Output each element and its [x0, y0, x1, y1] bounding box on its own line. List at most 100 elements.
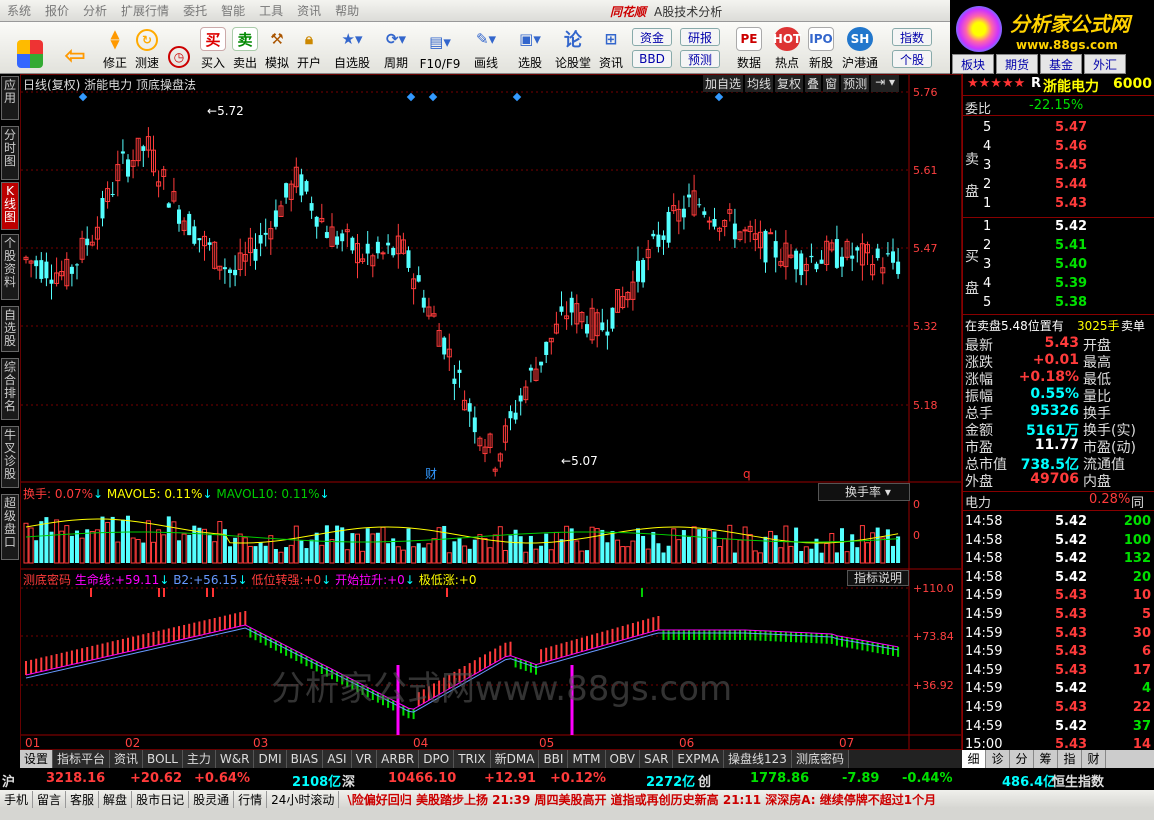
- indicator-tab[interactable]: TRIX: [454, 750, 491, 768]
- index-button[interactable]: 指数: [892, 28, 932, 46]
- sidetab-app[interactable]: 应用: [1, 76, 19, 120]
- tab-forex[interactable]: 外汇: [1084, 54, 1126, 74]
- indicator-tab[interactable]: DPO: [419, 750, 455, 768]
- sidetab-super-board[interactable]: 超级盘口: [1, 494, 19, 560]
- tab-sector[interactable]: 板块: [952, 54, 994, 74]
- status-message[interactable]: 留言: [33, 790, 67, 808]
- sidetab-watchlist[interactable]: 自选股: [1, 306, 19, 352]
- menu-extended[interactable]: 扩展行情: [114, 2, 176, 19]
- event-diamond-icon[interactable]: [512, 92, 522, 102]
- indicator-tab[interactable]: MTM: [568, 750, 606, 768]
- menu-help[interactable]: 帮助: [328, 2, 366, 19]
- indicator-tab[interactable]: 主力: [182, 750, 216, 768]
- menu-quote[interactable]: 报价: [38, 2, 76, 19]
- watchlist-button[interactable]: ★▾ 自选股: [330, 22, 374, 74]
- right-tab[interactable]: 财: [1082, 750, 1106, 768]
- layout-button[interactable]: [12, 22, 48, 74]
- order-row[interactable]: 3 5.40: [963, 257, 1154, 275]
- sidetab-diagnosis[interactable]: 牛叉诊股: [1, 426, 19, 488]
- chart-canvas[interactable]: 5.76 5.61 5.47 5.32 5.18 0 0 +110.0 +73.…: [21, 75, 961, 749]
- open-account-button[interactable]: 🔒︎ 开户: [294, 22, 324, 74]
- menu-smart[interactable]: 智能: [214, 2, 252, 19]
- indicator-tab[interactable]: OBV: [605, 750, 641, 768]
- forecast-button[interactable]: 预测: [680, 50, 720, 68]
- menu-tools[interactable]: 工具: [252, 2, 290, 19]
- order-row[interactable]: 4 5.46: [963, 139, 1154, 157]
- status-diary[interactable]: 股市日记: [132, 790, 190, 808]
- sidetab-stock-info[interactable]: 个股资料: [1, 234, 19, 300]
- status-quote[interactable]: 行情: [234, 790, 268, 808]
- indicator-tab[interactable]: 测底密码: [791, 750, 849, 768]
- right-tab[interactable]: 诊: [986, 750, 1010, 768]
- indicator-tab[interactable]: VR: [351, 750, 378, 768]
- indicator-tab[interactable]: SAR: [640, 750, 674, 768]
- event-marker[interactable]: q: [743, 467, 751, 481]
- indicator-tab[interactable]: 设置: [20, 750, 54, 768]
- single-stock-button[interactable]: 个股: [892, 50, 932, 68]
- chart-area[interactable]: 5.76 5.61 5.47 5.32 5.18 0 0 +110.0 +73.…: [20, 74, 962, 750]
- hk-connect-button[interactable]: SH 沪港通: [840, 22, 880, 74]
- speed-test-button[interactable]: ↻ 测速: [132, 22, 162, 74]
- event-diamond-icon[interactable]: [78, 92, 88, 102]
- right-tab[interactable]: 分: [1010, 750, 1034, 768]
- indicator-tab[interactable]: 新DMA: [490, 750, 540, 768]
- news-button[interactable]: ⊞ 资讯: [596, 22, 626, 74]
- status-analysis[interactable]: 解盘: [99, 790, 133, 808]
- sell-button[interactable]: 卖卖出: [230, 22, 260, 74]
- indicator-tab[interactable]: DMI: [254, 750, 287, 768]
- order-row[interactable]: 1 5.42: [963, 219, 1154, 237]
- indicator-tab[interactable]: ASI: [323, 750, 352, 768]
- event-diamond-icon[interactable]: [428, 92, 438, 102]
- indicator-tab[interactable]: ARBR: [377, 750, 420, 768]
- sh-index[interactable]: 3218.16: [46, 771, 105, 786]
- sidetab-kline[interactable]: K线图: [1, 182, 19, 230]
- sidetab-timeshare[interactable]: 分时图: [1, 126, 19, 180]
- stopwatch-button[interactable]: ◷: [164, 22, 194, 74]
- right-tab[interactable]: 细: [962, 750, 986, 768]
- news-ticker[interactable]: \险偏好回归 美股踏步上扬 21:39 周四美股高开 道指或再创历史新高 21:…: [347, 791, 936, 808]
- indicator-tab[interactable]: BBI: [539, 750, 569, 768]
- fund-flow-button[interactable]: 资金: [632, 28, 672, 46]
- menu-analysis[interactable]: 分析: [76, 2, 114, 19]
- order-row[interactable]: 1 5.43: [963, 196, 1154, 214]
- adjust-button[interactable]: 复权: [775, 75, 804, 92]
- sidetab-ranking[interactable]: 综合排名: [1, 358, 19, 420]
- bbd-button[interactable]: BBD: [632, 50, 672, 68]
- indicator-tab[interactable]: EXPMA: [673, 750, 725, 768]
- back-button[interactable]: ⇦: [58, 22, 92, 74]
- status-24h[interactable]: 24小时滚动: [267, 790, 340, 808]
- menu-system[interactable]: 系统: [0, 2, 38, 19]
- data-button[interactable]: PE 数据: [734, 22, 764, 74]
- screen-button[interactable]: ▣▾ 选股: [510, 22, 550, 74]
- menu-info[interactable]: 资讯: [290, 2, 328, 19]
- f10-button[interactable]: ▤▾ F10/F9: [418, 22, 462, 74]
- indicator-tab[interactable]: 操盘线123: [724, 750, 792, 768]
- tab-futures[interactable]: 期货: [996, 54, 1038, 74]
- order-row[interactable]: 3 5.45: [963, 158, 1154, 176]
- order-row[interactable]: 2 5.44: [963, 177, 1154, 195]
- event-diamond-icon[interactable]: [714, 92, 724, 102]
- menu-trade[interactable]: 委托: [176, 2, 214, 19]
- buy-button[interactable]: 买买入: [198, 22, 228, 74]
- order-row[interactable]: 2 5.41: [963, 238, 1154, 256]
- indicator-tab[interactable]: 资讯: [110, 750, 144, 768]
- add-watch-button[interactable]: 加自选: [703, 75, 744, 92]
- indicator-tab[interactable]: W&R: [215, 750, 255, 768]
- indicator-tab[interactable]: 指标平台: [53, 750, 111, 768]
- right-tab[interactable]: 指: [1058, 750, 1082, 768]
- order-row[interactable]: 5 5.38: [963, 295, 1154, 313]
- order-row[interactable]: 5 5.47: [963, 120, 1154, 138]
- status-mobile[interactable]: 手机: [0, 790, 34, 808]
- predict-button[interactable]: 预测: [841, 75, 870, 92]
- cy-index[interactable]: 1778.86: [750, 771, 809, 786]
- period-button[interactable]: ⟳▾ 周期: [376, 22, 416, 74]
- indicator-help-button[interactable]: 指标说明: [847, 570, 909, 586]
- ma-button[interactable]: 均线: [745, 75, 774, 92]
- status-stocklink[interactable]: 股灵通: [189, 790, 235, 808]
- status-service[interactable]: 客服: [66, 790, 100, 808]
- tab-funds[interactable]: 基金: [1040, 54, 1082, 74]
- indicator-tab[interactable]: BOLL: [143, 750, 183, 768]
- indicator-tab[interactable]: BIAS: [286, 750, 324, 768]
- overlay-button[interactable]: 叠: [805, 75, 822, 92]
- draw-button[interactable]: ✎▾ 画线: [466, 22, 506, 74]
